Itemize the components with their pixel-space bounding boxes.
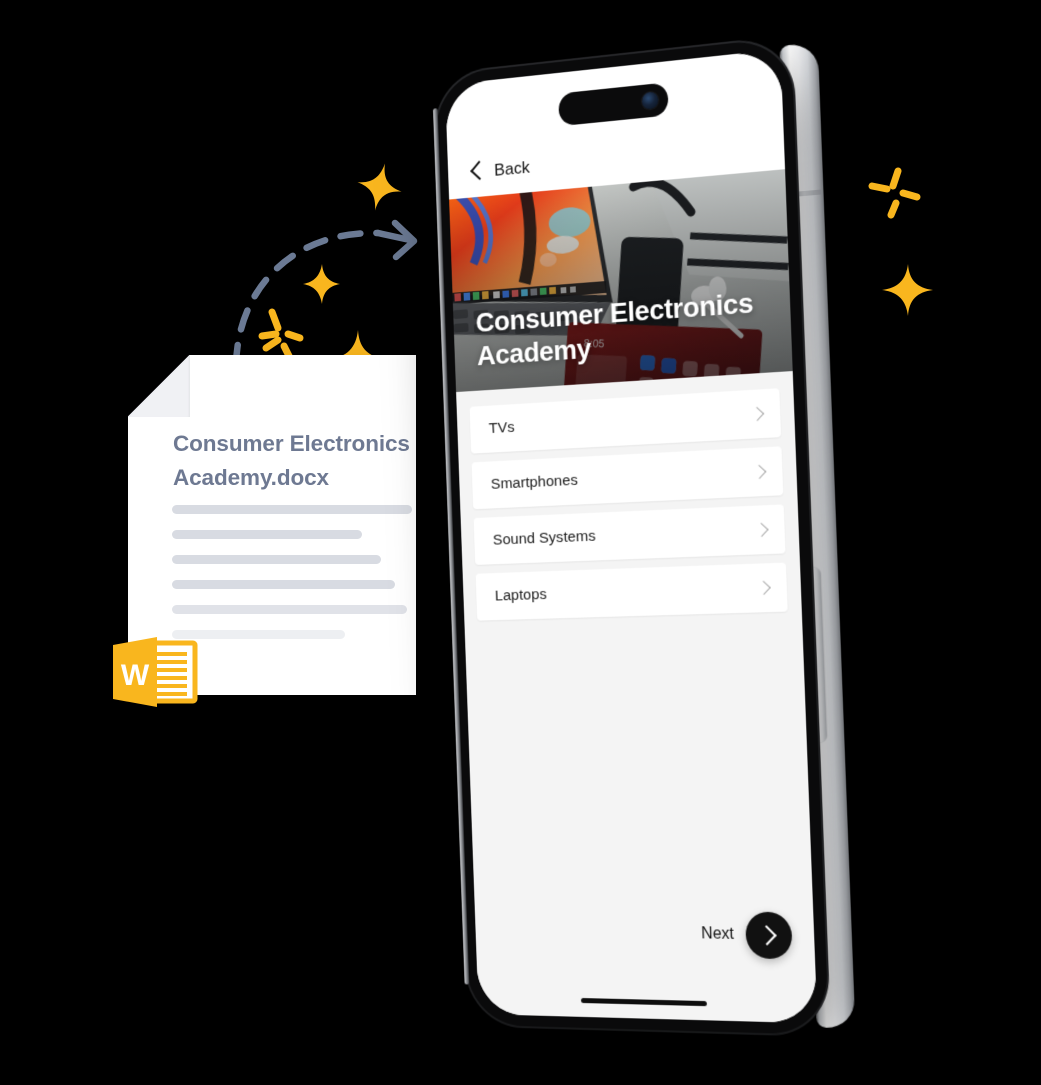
- phone-screen: Back Consumer Electronics Academy TVs Sm…: [444, 49, 818, 1024]
- placeholder-line: [172, 555, 381, 564]
- list-item-label: Sound Systems: [492, 527, 596, 549]
- document-card[interactable]: Consumer Electronics Academy.docx W: [113, 355, 416, 707]
- svg-text:W: W: [121, 659, 150, 692]
- phone-body: Back Consumer Electronics Academy TVs Sm…: [434, 36, 830, 1035]
- list-item[interactable]: Laptops: [475, 562, 788, 621]
- list-item-label: Laptops: [494, 586, 548, 605]
- app-navbar: Back: [444, 49, 786, 200]
- phone-device: Back Consumer Electronics Academy TVs Sm…: [434, 35, 856, 1036]
- document-filename: Consumer Electronics Academy.docx: [173, 431, 410, 490]
- front-camera-lens: [641, 91, 659, 110]
- back-button-label: Back: [493, 157, 531, 180]
- list-item[interactable]: TVs: [469, 388, 782, 454]
- phone-mockup: Back Consumer Electronics Academy TVs Sm…: [418, 36, 888, 1050]
- chevron-right-icon: [750, 406, 765, 422]
- chevron-right-icon: [752, 464, 767, 480]
- dashed-curved-arrow: [232, 219, 418, 369]
- word-docx-icon: W: [113, 637, 198, 707]
- list-item[interactable]: Smartphones: [471, 446, 784, 510]
- chevron-right-icon: [756, 580, 771, 596]
- category-list: TVs Smartphones Sound Systems Laptops: [469, 388, 789, 629]
- category-list-area: TVs Smartphones Sound Systems Laptops: [456, 371, 818, 1024]
- chevron-right-icon: [754, 522, 769, 538]
- back-button[interactable]: Back: [471, 157, 530, 184]
- placeholder-line: [172, 530, 362, 539]
- next-button-label: Next: [701, 925, 735, 943]
- chevron-left-icon: [471, 161, 485, 184]
- sparkle-four-point-right: [882, 264, 933, 316]
- sparkle-four-point-mid: [303, 264, 340, 304]
- list-item-label: Smartphones: [490, 471, 579, 493]
- chevron-right-circle-icon: [756, 925, 777, 946]
- list-item[interactable]: Sound Systems: [473, 504, 786, 565]
- placeholder-line: [172, 580, 396, 589]
- sparkle-burst-left: [258, 308, 304, 362]
- hero-banner: 8:05: [449, 169, 793, 393]
- next-button[interactable]: [744, 911, 793, 960]
- scene-root: Consumer Electronics Academy.docx W Back…: [0, 0, 1041, 1085]
- placeholder-line: [172, 505, 412, 514]
- document-placeholder-lines: [172, 505, 412, 655]
- document-fold-edge: [128, 355, 190, 417]
- list-item-label: TVs: [488, 418, 515, 438]
- next-control: Next: [701, 911, 793, 960]
- sparkle-four-point-top: [357, 163, 402, 211]
- placeholder-line: [172, 605, 408, 614]
